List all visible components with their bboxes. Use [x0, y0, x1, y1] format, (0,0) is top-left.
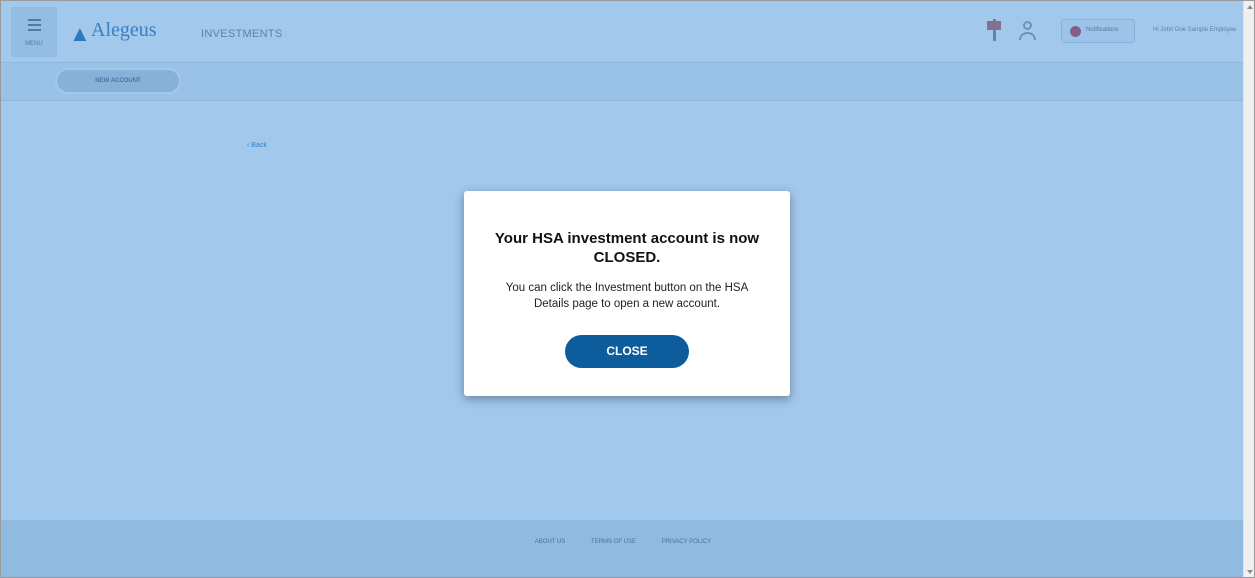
dialog-message: You can click the Investment button on t… — [505, 282, 749, 310]
browser-viewport: MENU ▲ Alegeus INVESTMENTS Notifications… — [0, 0, 1255, 578]
dialog-title: Your HSA investment account is now CLOSE… — [494, 230, 760, 266]
account-closed-dialog: Your HSA investment account is now CLOSE… — [464, 191, 790, 396]
close-button[interactable]: CLOSE — [565, 335, 689, 368]
scroll-down-icon[interactable] — [1247, 570, 1253, 574]
scroll-up-icon[interactable] — [1247, 5, 1253, 9]
vertical-scrollbar[interactable] — [1243, 1, 1254, 577]
